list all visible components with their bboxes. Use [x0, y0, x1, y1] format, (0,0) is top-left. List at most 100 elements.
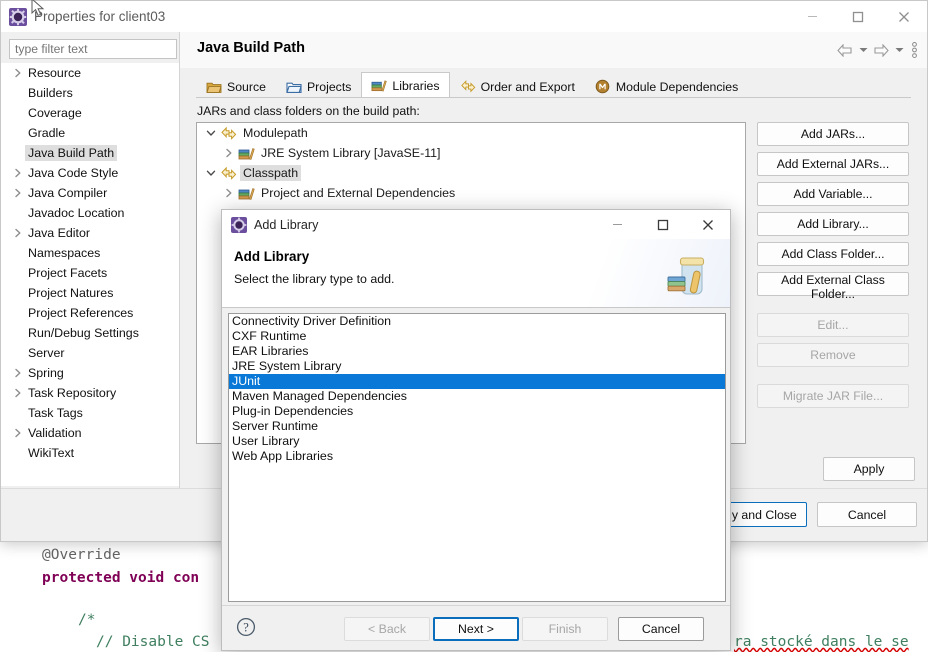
help-question-icon[interactable]: ?: [236, 617, 256, 637]
dialog-titlebar[interactable]: Add Library: [222, 210, 730, 239]
library-type-list[interactable]: Connectivity Driver DefinitionCXF Runtim…: [228, 313, 726, 602]
minimize-icon[interactable]: [595, 210, 640, 239]
sidebar-item-builders[interactable]: Builders: [1, 83, 179, 103]
library-type-item[interactable]: JUnit: [229, 374, 725, 389]
chevron-right-icon[interactable]: [11, 426, 25, 440]
build-path-tree-row[interactable]: Classpath: [197, 163, 745, 183]
maximize-icon[interactable]: [640, 210, 685, 239]
svg-text:?: ?: [243, 620, 249, 634]
eclipse-properties-icon: [231, 217, 247, 233]
sidebar-item-resource[interactable]: Resource: [1, 63, 179, 83]
back-arrow-icon[interactable]: [835, 41, 855, 59]
add-class-folder-button[interactable]: Add Class Folder...: [757, 242, 909, 266]
tree-spacer: [11, 126, 25, 140]
sidebar-item-project-natures[interactable]: Project Natures: [1, 283, 179, 303]
add-external-class-folder-button[interactable]: Add External Class Folder...: [757, 272, 909, 296]
sidebar-item-namespaces[interactable]: Namespaces: [1, 243, 179, 263]
chevron-down-icon[interactable]: [203, 125, 219, 141]
sidebar-item-java-editor[interactable]: Java Editor: [1, 223, 179, 243]
chevron-right-icon[interactable]: [11, 166, 25, 180]
forward-arrow-icon[interactable]: [871, 41, 891, 59]
add-external-jars-button[interactable]: Add External JARs...: [757, 152, 909, 176]
library-type-item[interactable]: JRE System Library: [229, 359, 725, 374]
apply-button[interactable]: Apply: [823, 457, 915, 481]
search-input[interactable]: [9, 39, 177, 59]
sidebar-item-label: Java Build Path: [25, 145, 117, 161]
sidebar-item-server[interactable]: Server: [1, 343, 179, 363]
filter-input-wrapper[interactable]: [9, 39, 177, 59]
build-path-tree-row[interactable]: JRE System Library [JavaSE-11]: [197, 143, 745, 163]
close-icon[interactable]: [881, 1, 927, 32]
sidebar-item-java-code-style[interactable]: Java Code Style: [1, 163, 179, 183]
dialog-cancel-button[interactable]: Cancel: [618, 617, 704, 641]
tab-libraries[interactable]: Libraries: [361, 72, 449, 98]
minimize-icon[interactable]: [789, 1, 835, 32]
sidebar-item-label: Task Tags: [25, 405, 86, 421]
vertical-dots-icon[interactable]: [907, 41, 921, 59]
library-type-item[interactable]: Web App Libraries: [229, 449, 725, 464]
build-path-tree-row[interactable]: Project and External Dependencies: [197, 183, 745, 203]
sidebar-item-validation[interactable]: Validation: [1, 423, 179, 443]
projects-folder-icon: [286, 79, 302, 95]
chevron-right-icon[interactable]: [221, 185, 237, 201]
library-type-item[interactable]: EAR Libraries: [229, 344, 725, 359]
finish-button[interactable]: Finish: [522, 617, 608, 641]
tab-order-and-export[interactable]: Order and Export: [450, 74, 585, 98]
sidebar-item-label: Run/Debug Settings: [25, 325, 142, 341]
tab-source[interactable]: Source: [196, 74, 276, 98]
next-button[interactable]: Next >: [433, 617, 519, 641]
library-type-item[interactable]: CXF Runtime: [229, 329, 725, 344]
back-button[interactable]: < Back: [344, 617, 430, 641]
properties-tree[interactable]: Resource BuildersCoverage Gradle Java Build…: [1, 63, 179, 486]
button-group-spacer: [757, 302, 909, 313]
chevron-right-icon[interactable]: [11, 226, 25, 240]
sidebar-item-label: Task Repository: [25, 385, 119, 401]
sidebar-item-spring[interactable]: Spring: [1, 363, 179, 383]
close-icon[interactable]: [685, 210, 730, 239]
sidebar-item-project-references[interactable]: Project References: [1, 303, 179, 323]
chevron-right-icon[interactable]: [11, 186, 25, 200]
sidebar-item-wikitext[interactable]: WikiText: [1, 443, 179, 463]
tab-projects[interactable]: Projects: [276, 74, 361, 98]
add-jars-button[interactable]: Add JARs...: [757, 122, 909, 146]
sidebar-item-task-repository[interactable]: Task Repository: [1, 383, 179, 403]
maximize-icon[interactable]: [835, 1, 881, 32]
chevron-right-icon[interactable]: [11, 386, 25, 400]
library-type-item[interactable]: Server Runtime: [229, 419, 725, 434]
chevron-right-icon[interactable]: [221, 145, 237, 161]
library-type-item[interactable]: User Library: [229, 434, 725, 449]
dialog-window-controls: [595, 210, 730, 239]
chevron-right-icon[interactable]: [11, 366, 25, 380]
sidebar-item-label: Gradle: [25, 125, 68, 141]
sidebar-item-run-debug-settings[interactable]: Run/Debug Settings: [1, 323, 179, 343]
forward-chevron-down-icon[interactable]: [893, 41, 905, 59]
cancel-button[interactable]: Cancel: [817, 502, 917, 527]
back-chevron-down-icon[interactable]: [857, 41, 869, 59]
libraries-books-icon: [371, 78, 387, 94]
tab-module-dependencies[interactable]: Module Dependencies: [585, 74, 748, 98]
sidebar-item-label: Javadoc Location: [25, 205, 127, 221]
sidebar-item-project-facets[interactable]: Project Facets: [1, 263, 179, 283]
dialog-subheading: Select the library type to add.: [234, 272, 394, 286]
sidebar-item-java-build-path[interactable]: Java Build Path: [1, 143, 179, 163]
code-line-method-decl: protected void con: [42, 570, 199, 586]
add-variable-button[interactable]: Add Variable...: [757, 182, 909, 206]
library-type-item[interactable]: Maven Managed Dependencies: [229, 389, 725, 404]
properties-titlebar[interactable]: Properties for client03: [1, 1, 927, 32]
sidebar-item-coverage[interactable]: Coverage: [1, 103, 179, 123]
tab-label: Libraries: [392, 79, 439, 93]
sidebar-item-javadoc-location[interactable]: Javadoc Location: [1, 203, 179, 223]
tree-spacer: [11, 406, 25, 420]
sidebar-item-label: Server: [25, 345, 68, 361]
chevron-right-icon[interactable]: [11, 66, 25, 80]
module-circle-icon: [595, 79, 611, 95]
library-type-item[interactable]: Plug-in Dependencies: [229, 404, 725, 419]
library-type-item[interactable]: Connectivity Driver Definition: [229, 314, 725, 329]
sidebar-item-gradle[interactable]: Gradle: [1, 123, 179, 143]
build-path-tree-row[interactable]: Modulepath: [197, 123, 745, 143]
sidebar-item-java-compiler[interactable]: Java Compiler: [1, 183, 179, 203]
chevron-down-icon[interactable]: [203, 165, 219, 181]
sidebar-item-label: Resource: [25, 65, 84, 81]
add-library-button[interactable]: Add Library...: [757, 212, 909, 236]
sidebar-item-task-tags[interactable]: Task Tags: [1, 403, 179, 423]
